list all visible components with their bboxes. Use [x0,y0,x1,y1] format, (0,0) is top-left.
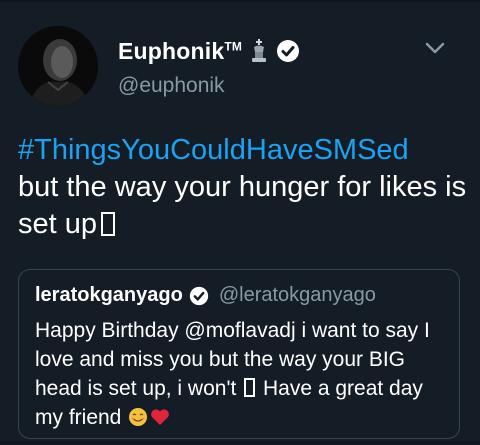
smiling-face-icon [129,408,148,426]
red-heart-icon [151,409,170,425]
quoted-author-handle[interactable]: @leratokganyago [219,284,376,307]
hashtag-link[interactable]: #ThingsYouCouldHaveSMSed [18,132,470,169]
author-avatar[interactable] [18,26,98,106]
quoted-tweet-header: leratokganyago @leratokganyago [35,284,376,307]
avatar-portrait-icon [18,26,98,106]
quoted-tweet-text: Happy Birthday @moflavadj i want to say … [35,316,445,432]
author-name-text: Euphonik [118,37,225,64]
bottom-divider [0,441,480,445]
chess-king-icon [252,39,267,62]
tweet-text-body: but the way your hunger for likes is set… [18,171,467,240]
chevron-down-icon[interactable] [424,40,446,56]
unsupported-emoji-icon [101,212,115,236]
quoted-tweet-card[interactable]: leratokganyago @leratokganyago Happy Bir… [18,269,460,439]
author-handle[interactable]: @euphonik [118,74,225,98]
top-divider [0,0,480,2]
verified-badge-icon [189,286,208,305]
author-display-name[interactable]: EuphonikTM [118,38,242,65]
unsupported-emoji-icon [244,378,256,397]
author-name-row[interactable]: EuphonikTM [118,36,300,66]
quoted-author-name[interactable]: leratokganyago [35,284,183,307]
verified-badge-icon [277,40,300,62]
trademark-mark: TM [224,38,243,53]
tweet-text: #ThingsYouCouldHaveSMSed but the way you… [18,132,470,243]
